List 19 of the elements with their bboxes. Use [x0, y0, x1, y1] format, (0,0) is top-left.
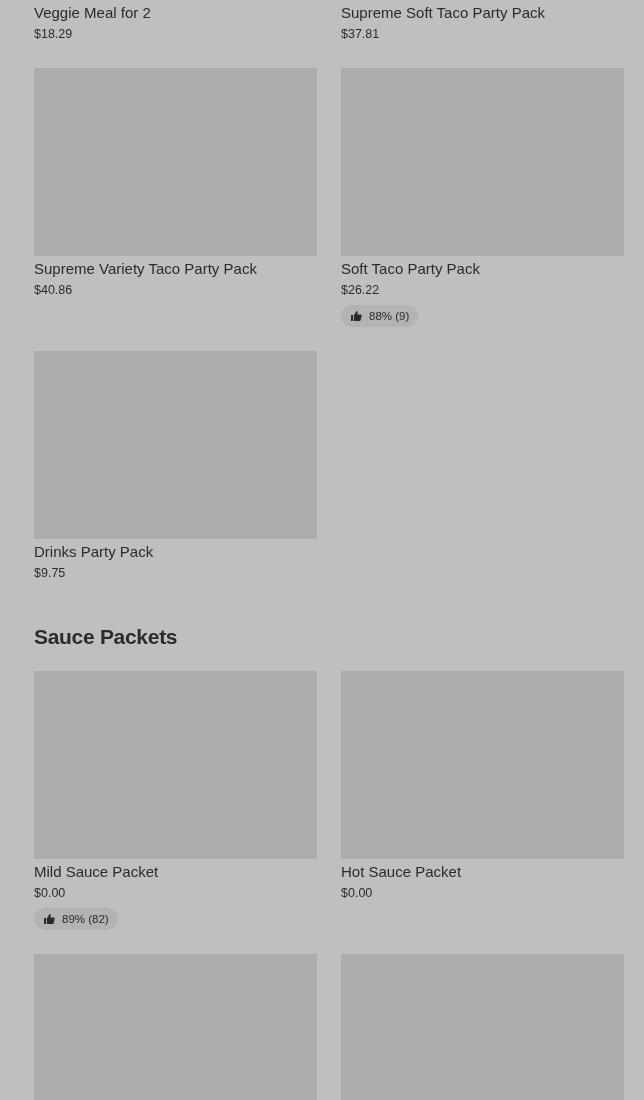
item-name[interactable]: Supreme Variety Taco Party Pack [34, 258, 317, 280]
item-name[interactable]: Supreme Soft Taco Party Pack [341, 2, 624, 24]
item-name[interactable]: Veggie Meal for 2 [34, 2, 317, 24]
rating-text: 89% (82) [62, 913, 109, 925]
item-price: $0.00 [34, 885, 67, 902]
item-price: $9.75 [34, 565, 67, 582]
item-name[interactable]: Drinks Party Pack [34, 541, 317, 563]
item-price: $26.22 [341, 282, 381, 299]
item-name[interactable]: Soft Taco Party Pack [341, 258, 624, 280]
thumbs-up-icon [350, 310, 362, 322]
item-name[interactable]: Hot Sauce Packet [341, 861, 624, 883]
thumbs-up-icon [43, 913, 55, 925]
item-price: $37.81 [341, 26, 381, 43]
item-price: $18.29 [34, 26, 74, 43]
item-price: $0.00 [341, 885, 374, 902]
item-name[interactable]: Mild Sauce Packet [34, 861, 317, 883]
section-heading: Sauce Packets [34, 624, 179, 650]
item-price: $40.86 [34, 282, 74, 299]
rating-text: 88% (9) [369, 310, 410, 322]
